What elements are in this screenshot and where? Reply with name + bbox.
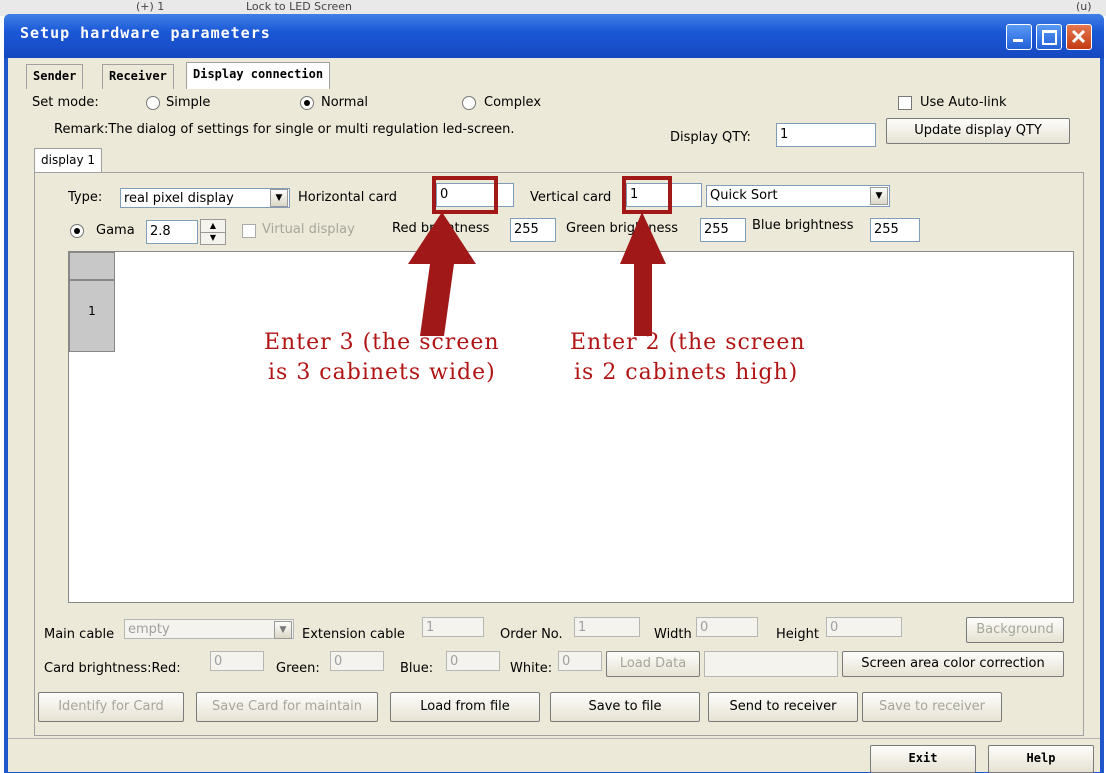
help-button[interactable]: Help [988, 745, 1094, 773]
extension-cable-input[interactable]: 1 [422, 617, 484, 637]
load-data-button[interactable]: Load Data [606, 651, 700, 677]
extension-cable-label: Extension cable [302, 627, 405, 642]
load-from-file-button[interactable]: Load from file [390, 692, 540, 722]
card-white-input[interactable]: 0 [558, 651, 602, 671]
main-cable-label: Main cable [44, 627, 115, 642]
save-card-for-maintain-button[interactable]: Save Card for maintain [196, 692, 378, 722]
annotation-text: Enter 3 (the screen [264, 330, 500, 355]
arrow-up-icon [620, 212, 666, 336]
blue-label: Blue: [400, 661, 434, 676]
chevron-down-icon[interactable]: ▼ [274, 621, 292, 639]
green-label: Green: [276, 661, 320, 676]
card-brightness-red-label: Card brightness:Red: [44, 661, 181, 676]
background-button[interactable]: Background [966, 617, 1064, 643]
load-data-field[interactable] [704, 651, 838, 677]
width-input[interactable]: 0 [696, 617, 758, 637]
height-label: Height [776, 627, 819, 642]
card-blue-input[interactable]: 0 [446, 651, 500, 671]
screen-area-color-correction-button[interactable]: Screen area color correction [842, 651, 1064, 677]
white-label: White: [510, 661, 553, 676]
order-no-label: Order No. [500, 627, 563, 642]
save-to-receiver-button[interactable]: Save to receiver [862, 692, 1002, 722]
width-label: Width [654, 627, 692, 642]
annotation-text: is 3 cabinets wide) [268, 360, 496, 385]
main-cable-select[interactable]: empty [124, 619, 294, 639]
send-to-receiver-button[interactable]: Send to receiver [708, 692, 858, 722]
annotation-text: Enter 2 (the screen [570, 330, 806, 355]
card-red-input[interactable]: 0 [210, 651, 264, 671]
save-to-file-button[interactable]: Save to file [550, 692, 700, 722]
card-green-input[interactable]: 0 [330, 651, 384, 671]
annotation-text: is 2 cabinets high) [574, 360, 799, 385]
order-no-input[interactable]: 1 [574, 617, 640, 637]
exit-button[interactable]: Exit [870, 745, 976, 773]
arrow-up-icon [408, 212, 476, 336]
height-input[interactable]: 0 [826, 617, 902, 637]
identify-for-card-button[interactable]: Identify for Card [38, 692, 184, 722]
